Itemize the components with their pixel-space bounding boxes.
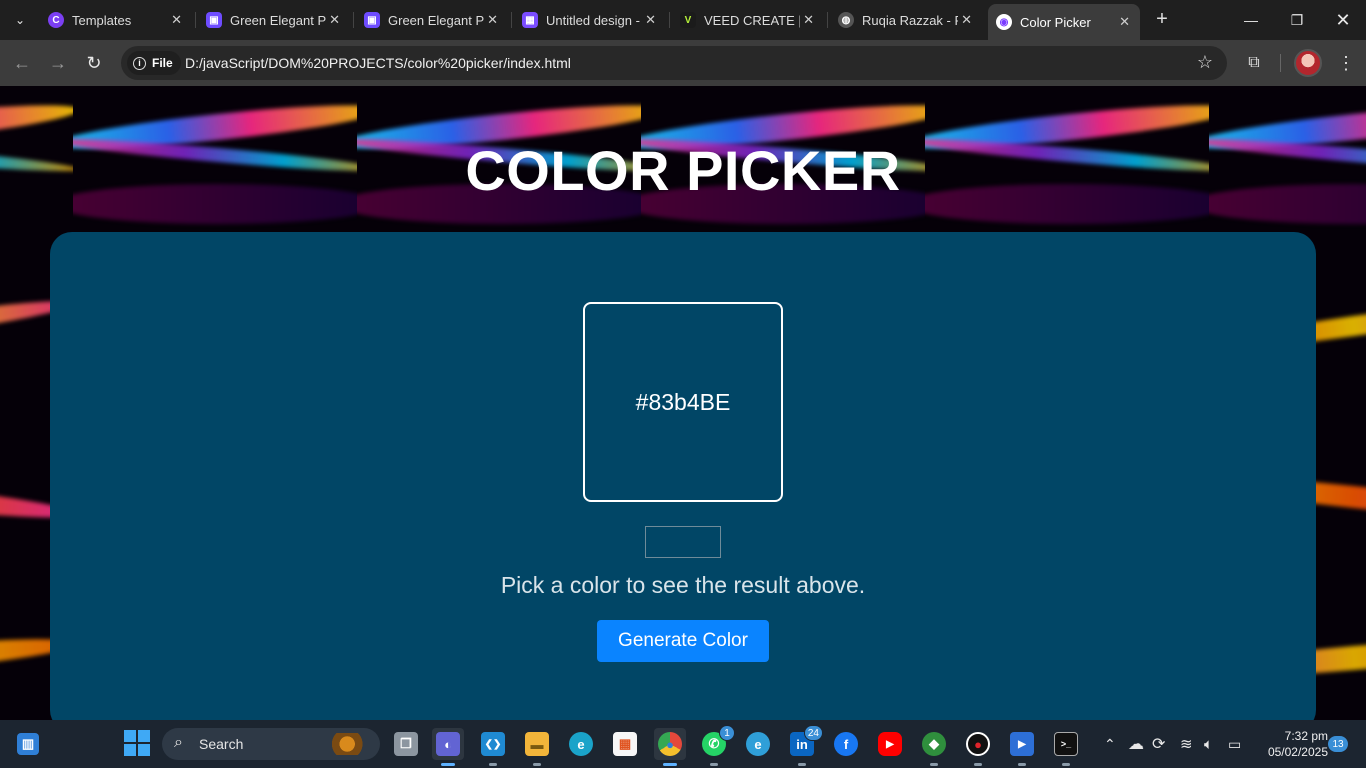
onedrive-cloud-icon[interactable]: ☁ — [1128, 720, 1144, 768]
edge-beta-icon[interactable]: e — [742, 728, 774, 760]
vscode-icon[interactable]: ❮❯ — [477, 728, 509, 766]
tab-ruqia-razzak[interactable]: ◍ Ruqia Razzak - P ✕ — [830, 6, 982, 34]
close-icon[interactable]: ✕ — [803, 12, 814, 28]
tab-green-elegant-1[interactable]: ▣ Green Elegant Pr ✕ — [198, 6, 350, 34]
linkedin-icon[interactable]: in 24 — [786, 725, 823, 766]
canva-icon: C — [48, 12, 64, 28]
clock-date: 05/02/2025 — [1267, 745, 1328, 759]
tab-title: Color Picker — [1020, 14, 1091, 30]
tab-title: Green Elegant Pr — [230, 12, 326, 28]
printer-icon: ▣ — [364, 12, 380, 28]
media-player-icon[interactable]: ▶ — [1006, 728, 1038, 766]
search-highlight-image — [332, 733, 370, 755]
site-info-chip[interactable]: i File — [127, 51, 181, 75]
whatsapp-badge: 1 — [719, 725, 735, 741]
close-icon[interactable]: ✕ — [1119, 14, 1130, 30]
globe-icon: ◍ — [838, 12, 854, 28]
color-preview-box: #83b4BE — [583, 302, 783, 502]
tab-veed-create[interactable]: V VEED CREATE | E ✕ — [672, 6, 824, 34]
address-bar[interactable]: i File D:/javaScript/DOM%20PROJECTS/colo… — [121, 46, 1227, 80]
color-picker-favicon: ◉ — [996, 14, 1012, 30]
system-clock[interactable]: 7:32 pm 05/02/2025 — [1252, 728, 1328, 760]
task-view-icon[interactable]: ❐ — [390, 728, 422, 760]
youtube-icon[interactable]: ▶ — [874, 728, 906, 760]
instruction-text: Pick a color to see the result above. — [500, 572, 866, 598]
tab-title: Green Elegant Pr — [388, 12, 484, 28]
generate-color-button[interactable]: Generate Color — [597, 620, 769, 662]
tab-title: VEED CREATE | E — [704, 12, 800, 28]
chrome-icon[interactable]: ● — [654, 728, 686, 766]
veed-icon: V — [680, 12, 696, 28]
bookmark-star-icon[interactable]: ☆ — [1197, 52, 1213, 73]
folder-icon[interactable]: ▬ — [521, 728, 553, 766]
close-icon[interactable]: ✕ — [487, 12, 498, 28]
new-tab-button[interactable]: + — [1151, 8, 1173, 30]
extensions-puzzle-icon[interactable]: ⧉ — [1242, 51, 1266, 75]
url-text[interactable]: D:/javaScript/DOM%20PROJECTS/color%20pic… — [185, 55, 571, 71]
info-icon: i — [133, 56, 146, 70]
tab-divider — [669, 12, 670, 28]
tab-divider — [827, 12, 828, 28]
tab-divider — [353, 12, 354, 28]
profile-avatar[interactable] — [1294, 49, 1322, 77]
page-title: COLOR PICKER — [465, 139, 901, 202]
facebook-icon[interactable]: f — [830, 728, 862, 760]
window-close-icon[interactable]: ✕ — [1320, 0, 1366, 40]
tab-untitled-design[interactable]: ▦ Untitled design - ✕ — [514, 6, 666, 34]
widgets-icon[interactable]: ▥ — [12, 728, 44, 760]
show-hidden-icons-chevron-icon[interactable]: ⌃ — [1104, 720, 1116, 768]
search-icon: ⌕ — [174, 734, 183, 751]
tab-templates[interactable]: C Templates ✕ — [40, 6, 192, 34]
close-icon[interactable]: ✕ — [329, 12, 340, 28]
back-arrow-icon[interactable]: ← — [10, 51, 34, 75]
close-icon[interactable]: ✕ — [961, 12, 972, 28]
tab-divider — [511, 12, 512, 28]
tab-color-picker[interactable]: ◉ Color Picker ✕ — [988, 4, 1140, 40]
minimize-icon[interactable]: — — [1228, 0, 1274, 40]
video-call-icon[interactable]: ◐ — [432, 728, 464, 766]
wifi-icon[interactable]: ≋ — [1180, 720, 1193, 768]
file-label: File — [152, 56, 173, 70]
battery-icon[interactable]: ▭ — [1228, 720, 1241, 768]
store-icon[interactable]: ▦ — [609, 728, 641, 760]
tab-title: Untitled design - — [546, 12, 640, 28]
color-input[interactable] — [645, 526, 721, 558]
browser-toolbar: ← → ↻ i File D:/javaScript/DOM%20PROJECT… — [0, 40, 1366, 86]
clapper-icon: ▦ — [522, 12, 538, 28]
close-icon[interactable]: ✕ — [645, 12, 656, 28]
toolbar-divider — [1280, 54, 1281, 72]
linkedin-badge: 24 — [803, 725, 823, 741]
tab-divider — [195, 12, 196, 28]
search-label: Search — [199, 736, 244, 752]
volume-icon[interactable]: 🔈︎ — [1204, 720, 1213, 768]
windows-taskbar: ▥ ⌕ Search ❐ ◐ ❮❯ ▬ e ▦ ● ✆ 1 e in 24 f ▶ … — [0, 720, 1366, 768]
clock-time: 7:32 pm — [1284, 729, 1328, 743]
forward-arrow-icon[interactable]: → — [46, 51, 70, 75]
tab-title: Templates — [72, 12, 132, 28]
whatsapp-icon[interactable]: ✆ 1 — [698, 725, 735, 766]
tab-green-elegant-2[interactable]: ▣ Green Elegant Pr ✕ — [356, 6, 508, 34]
more-menu-icon[interactable]: ⋮ — [1334, 51, 1358, 75]
close-icon[interactable]: ✕ — [171, 12, 182, 28]
start-windows-icon[interactable] — [124, 730, 150, 756]
tab-search-chevron-icon[interactable]: ⌄ — [8, 8, 32, 32]
terminal-icon[interactable]: >_ — [1050, 728, 1082, 766]
restore-icon[interactable]: ❐ — [1274, 0, 1320, 40]
reload-icon[interactable]: ↻ — [82, 51, 106, 75]
notification-count-badge[interactable]: 13 — [1328, 736, 1348, 752]
browser-tab-bar: ⌄ C Templates ✕ ▣ Green Elegant Pr ✕ ▣ G… — [0, 0, 1366, 40]
color-picker-card: #83b4BE Pick a color to see the result a… — [50, 232, 1316, 720]
record-icon[interactable]: ● — [962, 728, 994, 766]
web-page: COLOR PICKER #83b4BE Pick a color to see… — [0, 86, 1366, 720]
printer-icon: ▣ — [206, 12, 222, 28]
color-hex-value: #83b4BE — [635, 388, 731, 415]
taskbar-search[interactable]: ⌕ Search — [162, 728, 380, 760]
tab-title: Ruqia Razzak - P — [862, 12, 958, 28]
globe-arrow-icon[interactable]: ◆ — [918, 728, 950, 766]
sync-icon[interactable]: ⟳ — [1152, 720, 1165, 768]
edge-icon[interactable]: e — [565, 728, 597, 760]
